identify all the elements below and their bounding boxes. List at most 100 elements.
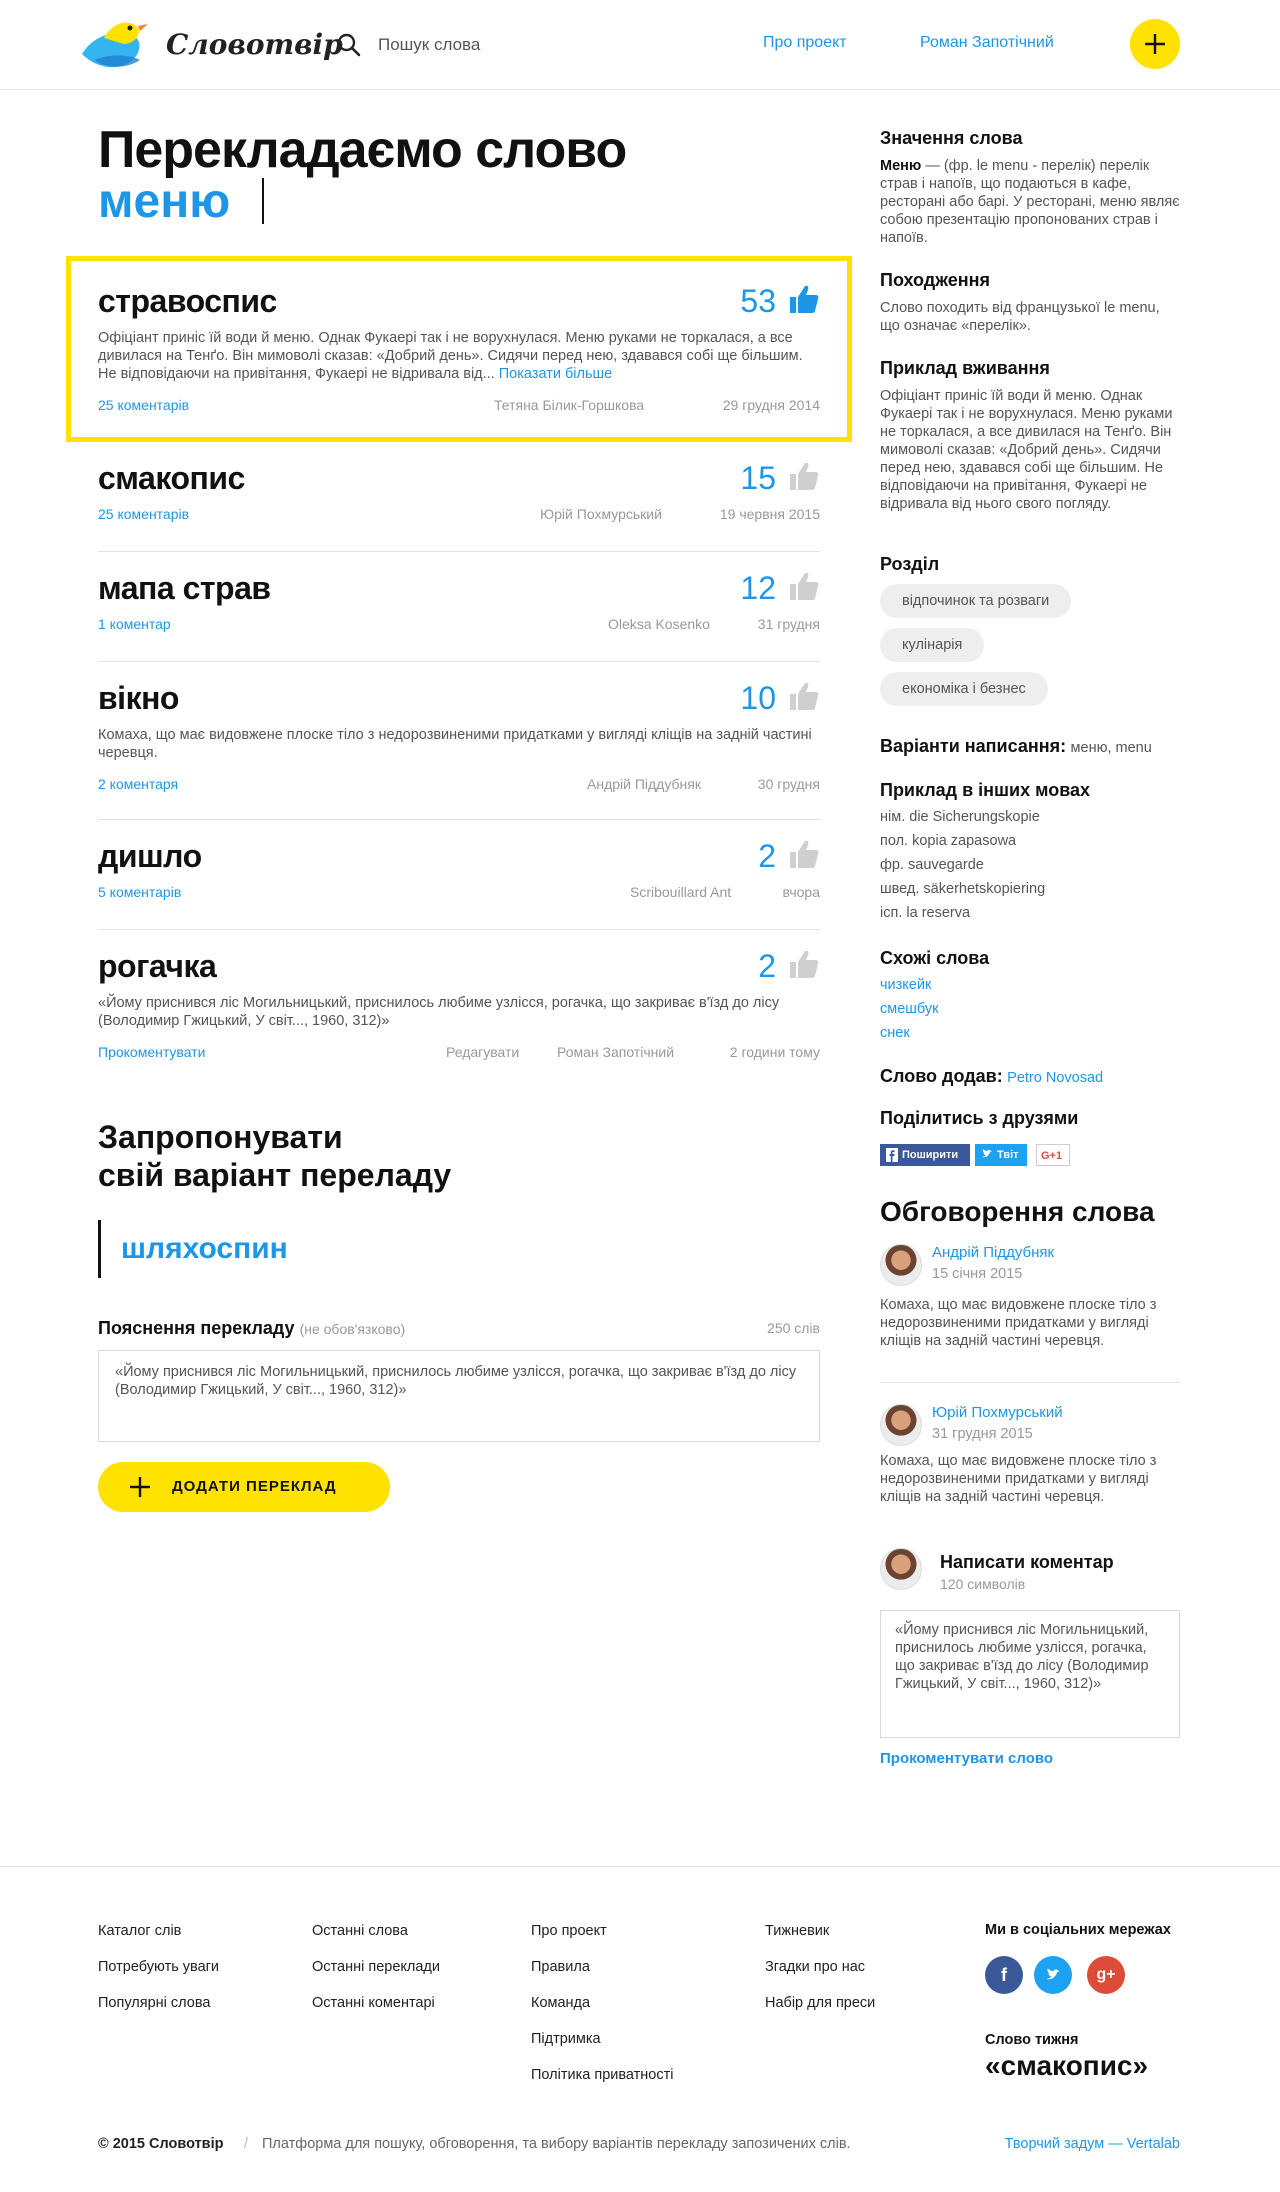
add-word-button[interactable] — [1130, 19, 1180, 69]
comments-link[interactable]: 25 коментарів — [98, 506, 189, 522]
translation-date: 19 червня 2015 — [719, 506, 820, 522]
add-translation-button[interactable]: ДОДАТИ ПЕРЕКЛАД — [98, 1462, 390, 1512]
twitter-icon[interactable] — [1034, 1956, 1072, 1994]
author-link[interactable]: Scribouillard Ant — [630, 884, 731, 900]
nav-user-link[interactable]: Роман Запотічний — [920, 34, 1054, 52]
new-term-input[interactable]: шляхоспин — [98, 1220, 498, 1278]
thumbs-up-icon[interactable] — [788, 283, 820, 315]
author-link[interactable]: Роман Запотічний — [557, 1044, 674, 1060]
footer-link[interactable]: Потребують уваги — [98, 1958, 219, 1994]
translation-date: вчора — [782, 884, 820, 900]
footer-link[interactable]: Згадки про нас — [765, 1958, 875, 1994]
footer-link[interactable]: Правила — [531, 1958, 673, 1994]
avatar[interactable] — [880, 1404, 922, 1446]
footer-link[interactable]: Набір для преси — [765, 1994, 875, 2030]
comment-date: 15 січня 2015 — [932, 1266, 1023, 1282]
footer-link[interactable]: Популярні слова — [98, 1994, 219, 2030]
comment-author-link[interactable]: Андрій Піддубняк — [932, 1244, 1054, 1261]
brand-name[interactable]: Словотвір — [166, 28, 343, 61]
footer-link[interactable]: Підтримка — [531, 2030, 673, 2066]
share-twitter-button[interactable]: Твіт — [975, 1144, 1027, 1166]
author-link[interactable]: Юрій Похмурський — [540, 506, 662, 522]
thumbs-up-icon[interactable] — [788, 948, 820, 980]
translation-card[interactable]: дишло 2 5 коментарів Scribouillard Ant в… — [98, 838, 820, 930]
comments-link[interactable]: 5 коментарів — [98, 884, 181, 900]
translation-card[interactable]: мапа страв 12 1 коментар Oleksa Kosenko … — [98, 570, 820, 662]
lang-example: фр. sauvegarde — [880, 857, 984, 873]
plus-icon — [130, 1477, 150, 1497]
footer-link[interactable]: Тижневик — [765, 1922, 875, 1958]
translation-term[interactable]: смакопис — [98, 460, 245, 497]
section-tag[interactable]: кулінарія — [880, 628, 985, 662]
text-cursor — [262, 178, 264, 224]
translation-description: Комаха, що має видовжене плоске тіло з н… — [98, 727, 812, 761]
share-gplus-button[interactable]: G+1 — [1036, 1144, 1070, 1166]
social-title: Ми в соціальних мережах — [985, 1922, 1171, 1938]
plus-icon — [1145, 34, 1165, 54]
copyright: © 2015 Словотвір — [98, 2136, 224, 2152]
comments-link[interactable]: 1 коментар — [98, 616, 171, 632]
translation-term[interactable]: дишло — [98, 838, 202, 875]
divider — [98, 661, 820, 662]
search-input[interactable] — [378, 30, 618, 60]
comment-link[interactable]: Прокоментувати — [98, 1044, 205, 1060]
thumbs-up-icon[interactable] — [788, 460, 820, 492]
similar-word-link[interactable]: снек — [880, 1021, 1200, 1045]
translation-card[interactable]: вікно 10 Комаха, що має видовжене плоске… — [98, 680, 820, 820]
translation-date: 31 грудня — [757, 616, 820, 632]
thumbs-up-icon[interactable] — [788, 680, 820, 712]
author-link[interactable]: Тетяна Білик-Горшкова — [494, 397, 644, 413]
show-more-link[interactable]: Показати більше — [499, 366, 612, 382]
edit-link[interactable]: Редагувати — [446, 1044, 519, 1060]
footer-link[interactable]: Команда — [531, 1994, 673, 2030]
author-link[interactable]: Oleksa Kosenko — [608, 616, 710, 632]
submit-comment-link[interactable]: Прокоментувати слово — [880, 1750, 1053, 1767]
facebook-icon[interactable]: f — [985, 1956, 1023, 1994]
meaning-text: Меню — (фр. le menu - перелік) перелік с… — [880, 158, 1180, 246]
avatar[interactable] — [880, 1244, 922, 1286]
footer-link[interactable]: Про проект — [531, 1922, 673, 1958]
word-of-week-link[interactable]: «смакопис» — [985, 2050, 1148, 2082]
bird-logo-icon[interactable] — [74, 14, 154, 76]
search-icon[interactable] — [336, 32, 362, 58]
section-tag[interactable]: відпочинок та розваги — [880, 584, 1072, 618]
section-tag[interactable]: економіка і безнес — [880, 672, 1048, 706]
vote-count: 10 — [740, 680, 776, 716]
translation-term[interactable]: стравоспис — [98, 283, 277, 320]
share-facebook-button[interactable]: Поширити — [880, 1144, 970, 1166]
translation-term[interactable]: вікно — [98, 680, 179, 717]
example-text: Офіціант приніс їй води й меню. Однак Фу… — [880, 388, 1173, 512]
credit-link[interactable]: Творчий задум — Vertalab — [1005, 2136, 1180, 2152]
comment-textarea[interactable]: «Йому приснився ліс Могильницький, присн… — [880, 1610, 1180, 1738]
gplus-icon[interactable]: g+ — [1087, 1956, 1125, 1994]
footer-link[interactable]: Каталог слів — [98, 1922, 219, 1958]
translation-card-featured[interactable]: стравоспис 53 Офіціант приніс їй води й … — [66, 256, 852, 442]
explanation-textarea[interactable]: «Йому приснився ліс Могильницький, присн… — [98, 1350, 820, 1442]
write-comment-title: Написати коментар — [940, 1552, 1114, 1572]
translation-card[interactable]: рогачка 2 «Йому приснився ліс Могильниць… — [98, 948, 820, 1088]
footer-link[interactable]: Політика приватності — [531, 2066, 673, 2102]
meaning-section: Значення слова Меню — (фр. le menu - пер… — [880, 128, 1200, 247]
comments-link[interactable]: 2 коментаря — [98, 776, 178, 792]
footer-link[interactable]: Останні переклади — [312, 1958, 440, 1994]
nav-about-link[interactable]: Про проект — [763, 34, 847, 52]
translation-card[interactable]: смакопис 15 25 коментарів Юрій Похмурськ… — [98, 460, 820, 552]
lang-example: ісп. la reserva — [880, 905, 971, 921]
added-by-link[interactable]: Petro Novosad — [1007, 1070, 1103, 1086]
example-title: Приклад вживання — [880, 358, 1050, 378]
translation-term[interactable]: рогачка — [98, 948, 217, 985]
similar-word-link[interactable]: смешбук — [880, 997, 1200, 1021]
comment-author-link[interactable]: Юрій Похмурський — [932, 1404, 1063, 1421]
discussion-title: Обговорення слова — [880, 1196, 1155, 1227]
lang-example: пол. kopia zapasowa — [880, 833, 1017, 849]
thumbs-up-icon[interactable] — [788, 570, 820, 602]
footer-link[interactable]: Останні слова — [312, 1922, 440, 1958]
thumbs-up-icon[interactable] — [788, 838, 820, 870]
section-title: Розділ — [880, 554, 940, 574]
comments-link[interactable]: 25 коментарів — [98, 397, 189, 413]
author-link[interactable]: Андрій Піддубняк — [587, 776, 701, 792]
similar-word-link[interactable]: чизкейк — [880, 973, 1200, 997]
suggest-heading: Запропонувати свій варіант переладу — [98, 1119, 452, 1193]
footer-link[interactable]: Останні коментарі — [312, 1994, 440, 2030]
translation-term[interactable]: мапа страв — [98, 570, 271, 607]
